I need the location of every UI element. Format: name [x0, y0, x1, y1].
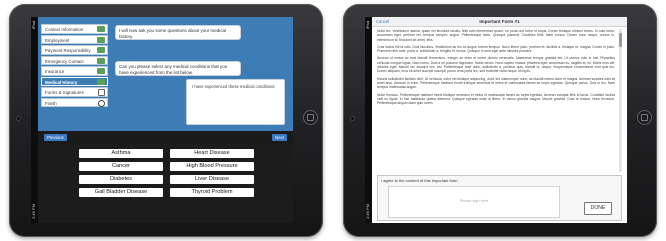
form-paragraph: Nulla leo. Vestibulum lacinia, quam vel …: [377, 29, 615, 42]
document-icon: [98, 89, 105, 96]
condition-button-asthma[interactable]: Asthma: [79, 149, 163, 158]
sidebar-item-label: Emergency Contact: [45, 58, 84, 64]
sidebar-item-finish[interactable]: Finish: [41, 97, 108, 107]
status-bar: iPad 2:49 PM: [365, 17, 372, 223]
conditions-grid: Asthma Heart Disease Cancer High Blood P…: [38, 144, 293, 223]
condition-button-heart-disease[interactable]: Heart Disease: [170, 149, 254, 158]
form-header-bar: Cancel Important Form #1: [372, 17, 627, 27]
sidebar-item-label: Finish: [45, 100, 57, 106]
question-bubble: Can you please select any medical condit…: [115, 61, 241, 76]
sidebar-item-label: Contact Information: [45, 27, 84, 32]
home-button[interactable]: [637, 110, 652, 125]
condition-button-gall-bladder-disease[interactable]: Gall Bladder Disease: [79, 188, 163, 197]
sidebar-item-label: Payment Responsibility: [45, 48, 91, 53]
form-paragraph: Aenean ut metus ac erat blandit fermentu…: [377, 56, 615, 74]
left-screen: iPad 2:49 PM Contact Information Employm…: [31, 17, 293, 223]
form-paragraph: Nulla rhoncus. Pellentesque habitant mor…: [377, 92, 615, 106]
condition-button-liver-disease[interactable]: Liver Disease: [170, 175, 254, 184]
scrollbar-thumb[interactable]: [619, 33, 622, 47]
sidebar-item-payment-responsibility[interactable]: Payment Responsibility: [41, 45, 108, 55]
question-bubble: I will now ask you some questions about …: [115, 25, 241, 40]
sidebar-item-forms-signatures[interactable]: Forms & Signatures: [41, 87, 108, 97]
done-button[interactable]: DONE: [584, 202, 612, 215]
sidebar-item-employment[interactable]: Employment: [41, 34, 108, 44]
contact-card-icon: [97, 26, 105, 32]
sidebar-item-label: Forms & Signatures: [45, 90, 84, 95]
phone-icon: [97, 57, 105, 64]
agreement-text: I agree to the content of this important…: [381, 178, 458, 183]
form-paragraph: Cras luctus elit id odio. Duis faucibus.…: [377, 44, 615, 54]
sidebar-item-label: Employment: [45, 37, 70, 43]
camera-lens: [350, 116, 355, 121]
document-scrollbar[interactable]: [619, 29, 622, 172]
sidebar-item-contact-information[interactable]: Contact Information: [41, 24, 108, 34]
left-tablet: iPad 2:49 PM Contact Information Employm…: [9, 4, 323, 237]
gear-icon: [98, 99, 105, 107]
clock-label: 2:49 PM: [365, 204, 370, 219]
status-bar: iPad 2:49 PM: [31, 17, 38, 223]
section-sidebar: Contact Information Employment Payment R…: [41, 24, 108, 108]
form-title: Important Form #1: [479, 19, 520, 24]
answer-box: I have experienced these medical conditi…: [186, 79, 285, 125]
condition-button-diabetes[interactable]: Diabetes: [79, 175, 163, 184]
camera-lens: [16, 116, 21, 121]
signature-placeholder: Please sign here: [459, 199, 489, 203]
home-button[interactable]: [303, 110, 318, 125]
insurance-card-icon: [97, 68, 105, 74]
right-screen: iPad 2:49 PM Cancel Important Form #1 Nu…: [365, 17, 627, 223]
heart-icon: [97, 78, 105, 85]
form-paragraph: Mauris sollicitudin facilisis nibh. Ut v…: [377, 76, 615, 90]
condition-button-thyroid-problem[interactable]: Thyroid Problem: [170, 188, 254, 197]
sidebar-item-medical-history[interactable]: Medical History: [41, 76, 108, 86]
clock-label: 2:49 PM: [31, 204, 36, 219]
sidebar-item-emergency-contact[interactable]: Emergency Contact: [41, 55, 108, 65]
signature-pad[interactable]: Please sign here: [388, 186, 560, 218]
money-icon: [97, 47, 105, 53]
right-tablet: iPad 2:49 PM Cancel Important Form #1 Nu…: [343, 4, 657, 237]
carrier-label: iPad: [31, 21, 36, 30]
sidebar-item-label: Medical History: [45, 79, 78, 85]
next-button[interactable]: Next: [272, 134, 287, 141]
navigation-bar: Previous Next: [38, 131, 293, 144]
condition-button-cancer[interactable]: Cancer: [79, 162, 163, 171]
agreement-panel: I agree to the content of this important…: [377, 175, 622, 221]
previous-button[interactable]: Previous: [44, 134, 67, 141]
form-document-body[interactable]: Nulla leo. Vestibulum lacinia, quam vel …: [377, 29, 615, 172]
sidebar-item-insurance[interactable]: Insurance: [41, 66, 108, 76]
answer-label: I have experienced these medical conditi…: [192, 84, 276, 89]
condition-button-high-blood-pressure[interactable]: High Blood Pressure: [170, 162, 254, 171]
sidebar-item-label: Insurance: [45, 69, 65, 74]
carrier-label: iPad: [365, 21, 370, 30]
briefcase-icon: [97, 36, 105, 43]
